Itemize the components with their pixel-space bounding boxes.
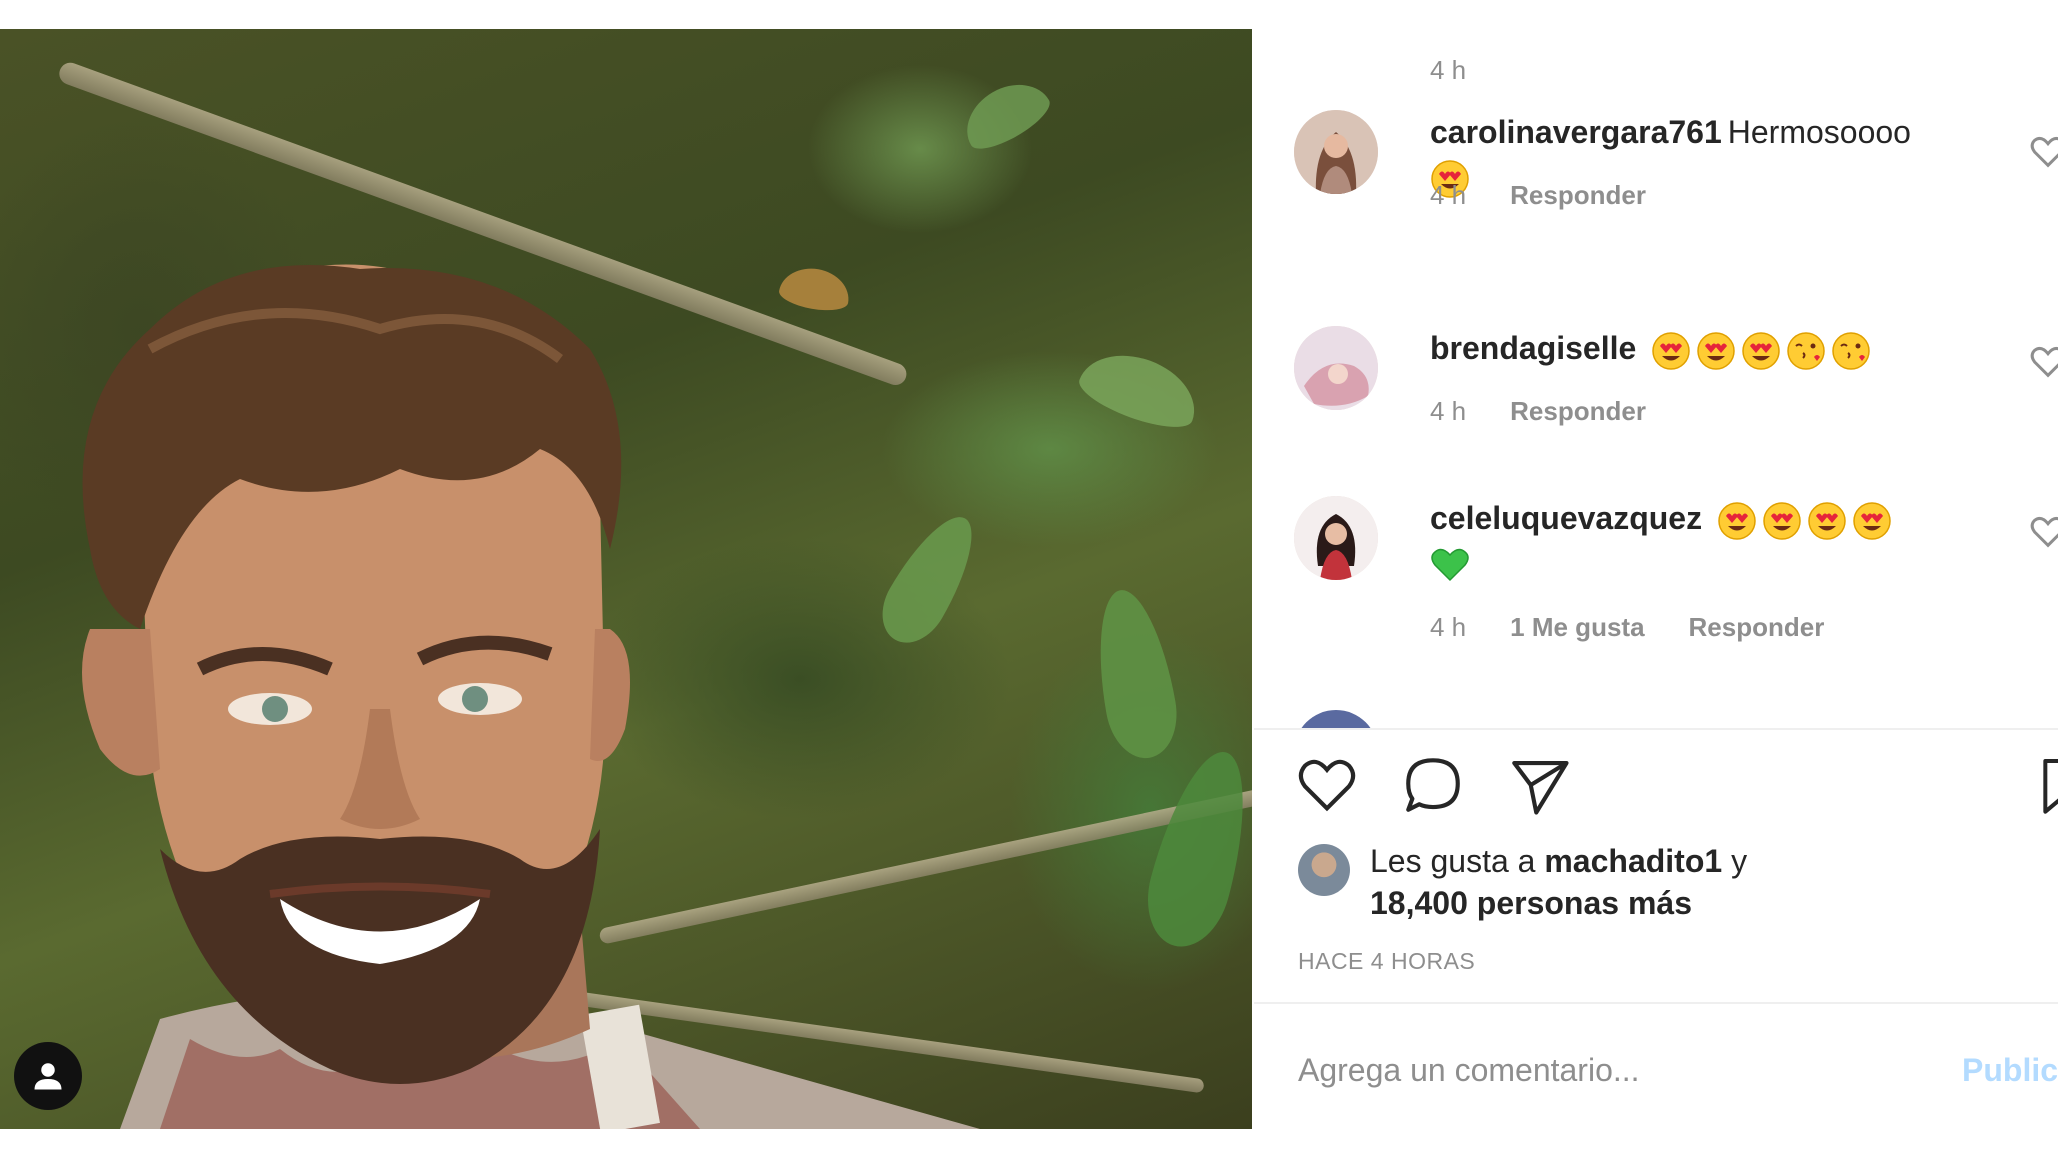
avatar[interactable] (1298, 844, 1350, 896)
heart-icon[interactable] (1294, 752, 1360, 818)
post-timestamp[interactable]: HACE 4 HORAS (1298, 948, 1475, 975)
likes-prefix: Les gusta a (1370, 843, 1536, 879)
heart-eyes-emoji (1763, 501, 1801, 540)
comment-timestamp: 4 h (1430, 396, 1467, 426)
comment-username[interactable]: celeluquevazquez (1430, 500, 1702, 536)
green-heart-emoji (1431, 548, 1469, 582)
comment-username[interactable]: carolinavergara761 (1430, 114, 1722, 150)
comment-text: celeluquevazquez (1430, 496, 1990, 585)
heart-eyes-emoji (1697, 331, 1735, 370)
heart-eyes-emoji (1808, 501, 1846, 540)
reply-button[interactable]: Responder (1510, 396, 1646, 426)
heart-eyes-emoji (1718, 501, 1756, 540)
comment-message: Hermosoooo (1727, 114, 1911, 150)
comment-like-count[interactable]: 1 Me gusta (1510, 612, 1644, 642)
previous-comment-timestamp: 4 h (1430, 55, 1467, 85)
comment-meta: 4 h 1 Me gusta Responder (1430, 612, 1868, 643)
comment-text: brendagiselle (1430, 326, 1990, 371)
section-divider (1254, 1002, 2058, 1004)
post-photo[interactable] (0, 29, 1252, 1129)
section-divider (1254, 728, 2058, 730)
comment-like-heart-icon[interactable] (2028, 342, 2058, 382)
comment-icon[interactable] (1400, 752, 1466, 818)
share-icon[interactable] (1506, 752, 1572, 818)
comments-panel: 4 h carolinavergara761 Hermosoooo 4 h Re… (1254, 0, 2058, 1156)
avatar[interactable] (1294, 110, 1378, 194)
comment-meta: 4 h Responder (1430, 180, 1690, 211)
likes-count[interactable]: 18,400 personas más (1370, 885, 1692, 921)
tagged-user-button[interactable] (14, 1042, 82, 1110)
comment-timestamp: 4 h (1430, 612, 1467, 642)
heart-eyes-emoji (1742, 331, 1780, 370)
kissing-emoji (1787, 331, 1825, 370)
avatar[interactable] (1294, 710, 1378, 728)
user-icon (34, 1063, 62, 1090)
likes-join: y (1731, 843, 1748, 879)
reply-button[interactable]: Responder (1689, 612, 1825, 642)
post-actions (1294, 752, 2058, 822)
comment-like-heart-icon[interactable] (2028, 512, 2058, 552)
comments-list[interactable]: 4 h carolinavergara761 Hermosoooo 4 h Re… (1254, 0, 2058, 728)
comment-meta: 4 h Responder (1430, 396, 1690, 427)
publish-button[interactable]: Publicar (1962, 1052, 2058, 1089)
heart-eyes-emoji (1652, 331, 1690, 370)
avatar[interactable] (1294, 496, 1378, 580)
comment-timestamp: 4 h (1430, 180, 1467, 210)
instagram-post-view: 4 h carolinavergara761 Hermosoooo 4 h Re… (0, 0, 2058, 1156)
avatar[interactable] (1294, 326, 1378, 410)
heart-eyes-emoji (1853, 501, 1891, 540)
comment-username[interactable]: brendagiselle (1430, 330, 1636, 366)
likes-text[interactable]: Les gusta a machadito1 y 18,400 personas… (1370, 840, 1930, 924)
comment-like-heart-icon[interactable] (2028, 132, 2058, 172)
photo-person (82, 264, 980, 1129)
likes-username[interactable]: machadito1 (1544, 843, 1722, 879)
add-comment-input[interactable]: Agrega un comentario... (1298, 1052, 1640, 1089)
reply-button[interactable]: Responder (1510, 180, 1646, 210)
kissing-emoji (1832, 331, 1870, 370)
bookmark-icon[interactable] (2040, 752, 2058, 818)
